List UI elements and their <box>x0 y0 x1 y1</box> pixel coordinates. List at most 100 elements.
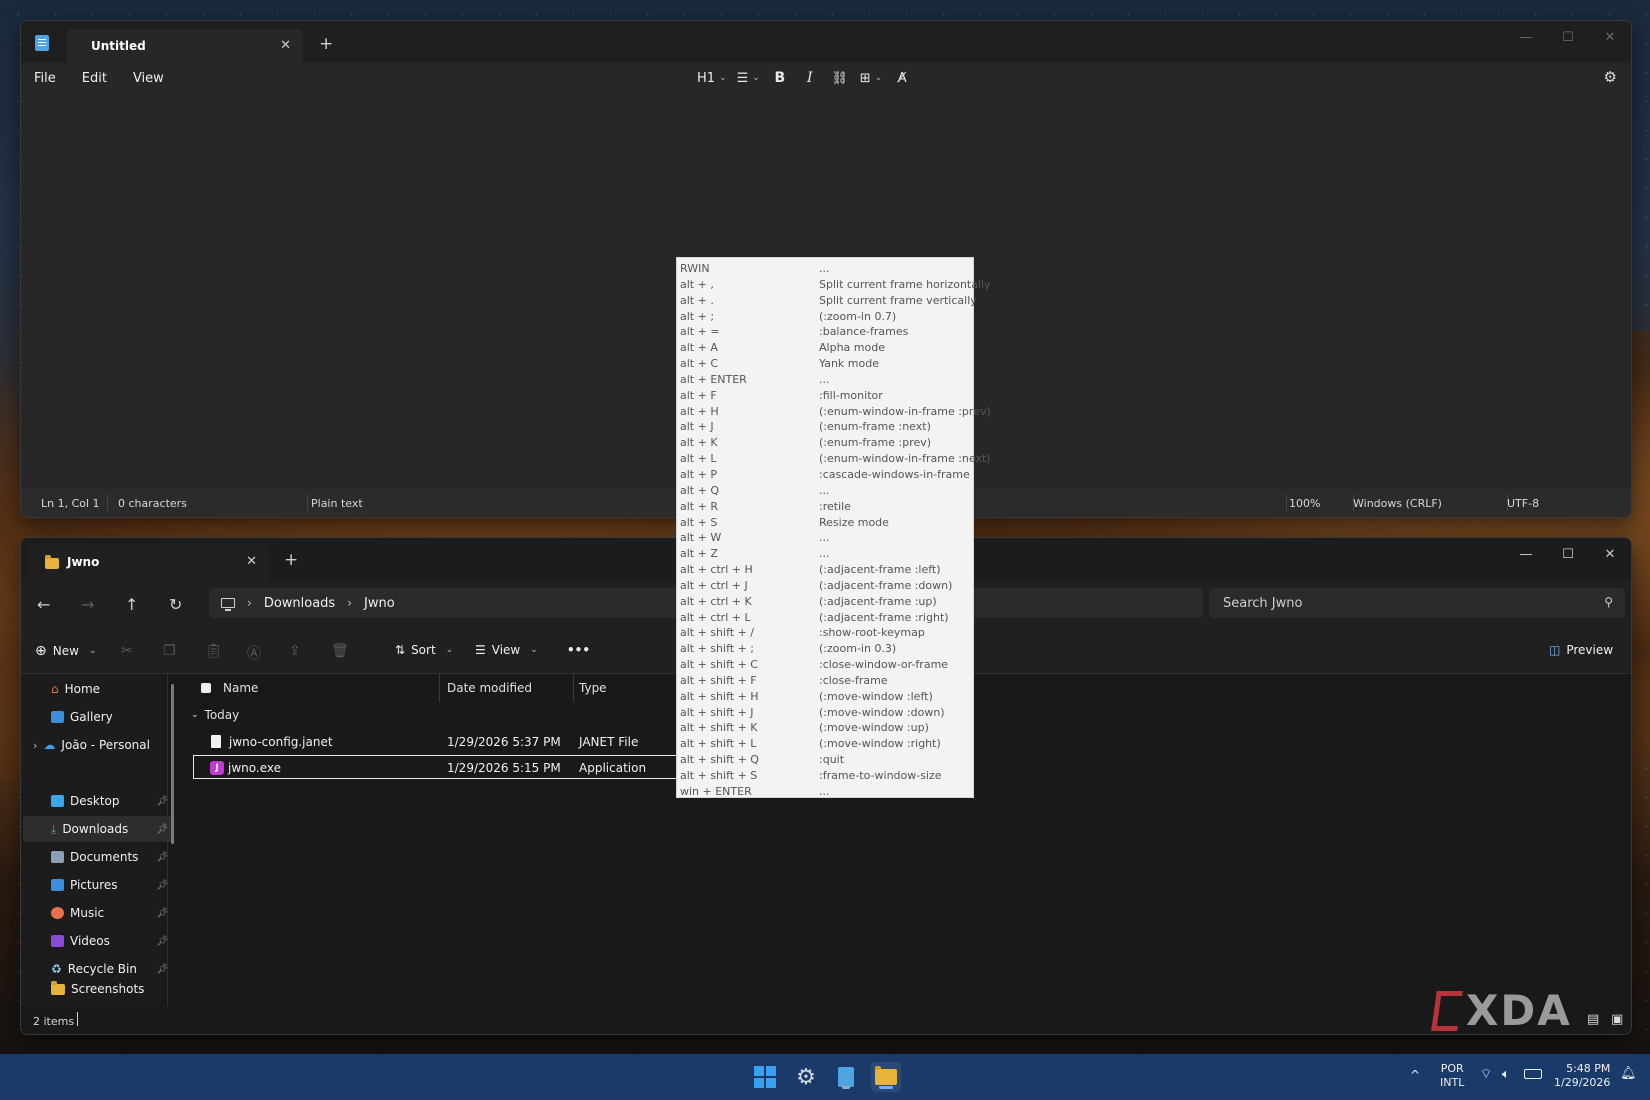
share-icon[interactable]: ⇪ <box>289 643 301 659</box>
nav-desktop[interactable]: Desktop 📌︎ <box>51 788 173 814</box>
keymap-key: alt + F <box>680 388 717 402</box>
keymap-key: RWIN <box>680 262 710 275</box>
wifi-icon[interactable]: ⌔ <box>1480 1068 1492 1082</box>
keymap-popup: RWIN... alt + , Split current frame horizo… <box>676 257 991 800</box>
nav-gallery[interactable]: Gallery <box>51 704 173 730</box>
gear-icon[interactable]: ⚙ <box>1604 68 1617 86</box>
column-divider[interactable] <box>573 674 574 702</box>
cut-icon[interactable]: ✂ <box>121 643 133 659</box>
keymap-action: (:move-window :down) <box>819 705 945 719</box>
nav-downloads[interactable]: ⤓ Downloads 📌︎ <box>23 816 173 842</box>
nav-scrollbar[interactable] <box>171 684 174 844</box>
nav-recycle-bin[interactable]: ♻ Recycle Bin 📌︎ <box>51 956 173 982</box>
table-row[interactable]: J jwno.exe 1/29/2026 5:15 PM Application <box>193 755 693 779</box>
clock-date: 1/29/2026 <box>1554 1076 1611 1089</box>
nav-home[interactable]: ⌂ Home <box>51 676 173 702</box>
select-all-checkbox[interactable] <box>201 674 211 702</box>
menu-file[interactable]: File <box>21 71 69 86</box>
column-name[interactable]: Name <box>223 674 258 702</box>
details-view-icon[interactable]: ▤ <box>1587 1012 1599 1027</box>
nav-videos[interactable]: Videos 📌︎ <box>51 928 173 954</box>
rename-icon[interactable]: Ⓐ <box>247 643 261 663</box>
list-dropdown[interactable]: ☰ ⌄ <box>737 68 760 88</box>
new-button[interactable]: ⊕ New ⌄ <box>35 643 96 659</box>
table-row[interactable]: jwno-config.janet 1/29/2026 5:37 PM JANE… <box>193 730 693 754</box>
minimize-icon[interactable]: — <box>1505 538 1547 570</box>
nav-onedrive[interactable]: › ☁ João - Personal <box>33 732 173 758</box>
keymap-key: alt + , <box>680 277 714 291</box>
keymap-row: alt + shift + J (:move-window :down) <box>677 705 973 721</box>
forward-arrow-icon[interactable]: → <box>81 595 94 614</box>
folder-icon <box>45 555 59 569</box>
heading-dropdown[interactable]: H1 ⌄ <box>697 68 727 88</box>
delete-icon[interactable]: 🗑︎ <box>331 643 349 659</box>
view-button[interactable]: ☰ View ⌄ <box>475 643 538 657</box>
more-options-icon[interactable]: ••• <box>567 643 590 657</box>
breadcrumb-downloads[interactable]: Downloads <box>264 596 335 611</box>
paste-icon[interactable]: 📋︎ <box>205 643 223 659</box>
windows-logo-icon <box>754 1066 776 1088</box>
battery-icon[interactable] <box>1524 1069 1542 1079</box>
nav-screenshots[interactable]: Screenshots <box>51 980 173 996</box>
input-language[interactable]: POR INTL <box>1440 1062 1464 1090</box>
running-indicator <box>879 1086 893 1089</box>
notification-bell-icon[interactable]: 🔔︎ <box>1620 1067 1637 1081</box>
chevron-up-icon[interactable]: ^ <box>1410 1068 1420 1082</box>
taskbar-file-explorer[interactable] <box>871 1062 901 1092</box>
search-input[interactable]: Search Jwno ⚲ <box>1209 588 1625 618</box>
bold-icon[interactable]: B <box>770 68 790 88</box>
column-type[interactable]: Type <box>579 674 607 702</box>
new-tab-plus-icon[interactable]: + <box>284 550 298 570</box>
clock[interactable]: 5:48 PM 1/29/2026 <box>1554 1062 1610 1090</box>
pane-divider[interactable] <box>167 674 168 1006</box>
text-format[interactable]: Plain text <box>311 497 363 510</box>
encoding[interactable]: UTF-8 <box>1507 497 1539 510</box>
start-button[interactable] <box>750 1062 780 1092</box>
window-close-icon[interactable]: ✕ <box>1589 21 1631 53</box>
group-header-today[interactable]: ⌄ Today <box>191 708 239 722</box>
table-dropdown[interactable]: ⊞ ⌄ <box>860 68 882 88</box>
new-tab-plus-icon[interactable]: + <box>319 34 333 54</box>
line-ending[interactable]: Windows (CRLF) <box>1353 497 1442 510</box>
close-icon[interactable]: ✕ <box>280 38 291 53</box>
taskbar-settings[interactable]: ⚙ <box>791 1062 821 1092</box>
maximize-icon[interactable]: ☐ <box>1547 538 1589 570</box>
notepad-tab[interactable]: Untitled ✕ <box>67 29 303 63</box>
minimize-icon[interactable]: — <box>1505 21 1547 53</box>
nav-pictures[interactable]: Pictures 📌︎ <box>51 872 173 898</box>
link-icon[interactable]: ⛓ <box>830 68 850 88</box>
nav-documents[interactable]: Documents 📌︎ <box>51 844 173 870</box>
taskbar-notepad[interactable] <box>831 1062 861 1092</box>
volume-icon[interactable]: 🔈︎ <box>1502 1068 1510 1082</box>
keymap-key: alt + R <box>680 499 718 513</box>
keymap-row: win + ENTER... <box>677 784 973 800</box>
recycle-bin-icon: ♻ <box>51 962 62 976</box>
column-divider[interactable] <box>439 674 440 702</box>
tiles-view-icon[interactable]: ▣ <box>1611 1012 1623 1027</box>
file-name: jwno.exe <box>228 761 281 775</box>
keymap-row: alt + shift + K (:move-window :up) <box>677 720 973 736</box>
nav-music[interactable]: Music 📌︎ <box>51 900 173 926</box>
preview-button[interactable]: ◫ Preview <box>1549 643 1613 657</box>
close-icon[interactable]: ✕ <box>246 554 257 569</box>
column-date-modified[interactable]: Date modified <box>447 674 532 702</box>
menu-edit[interactable]: Edit <box>69 71 120 86</box>
explorer-status-bar: 2 items ▤ ▣ <box>21 1006 1631 1034</box>
sort-button[interactable]: ⇅ Sort ⌄ <box>395 643 453 657</box>
menu-view[interactable]: View <box>120 71 177 86</box>
up-arrow-icon[interactable]: ↑ <box>125 595 138 614</box>
explorer-tab[interactable]: Jwno ✕ <box>29 544 269 580</box>
clear-formatting-icon[interactable]: A̸ <box>892 68 912 88</box>
breadcrumb-jwno[interactable]: Jwno <box>364 596 395 611</box>
keymap-row: alt + ctrl + K (:adjacent-frame :up) <box>677 594 973 610</box>
refresh-icon[interactable]: ↻ <box>169 595 182 614</box>
keymap-key: alt + shift + / <box>680 626 754 640</box>
italic-icon[interactable]: I <box>800 68 820 88</box>
keymap-row: alt + K (:enum-frame :prev) <box>677 435 973 451</box>
window-close-icon[interactable]: ✕ <box>1589 538 1631 570</box>
maximize-icon[interactable]: ☐ <box>1547 21 1589 53</box>
back-arrow-icon[interactable]: ← <box>37 595 50 614</box>
zoom-level[interactable]: 100% <box>1289 497 1320 510</box>
copy-icon[interactable]: ❐ <box>163 643 176 659</box>
keymap-row: alt + J (:enum-frame :next) <box>677 419 973 435</box>
